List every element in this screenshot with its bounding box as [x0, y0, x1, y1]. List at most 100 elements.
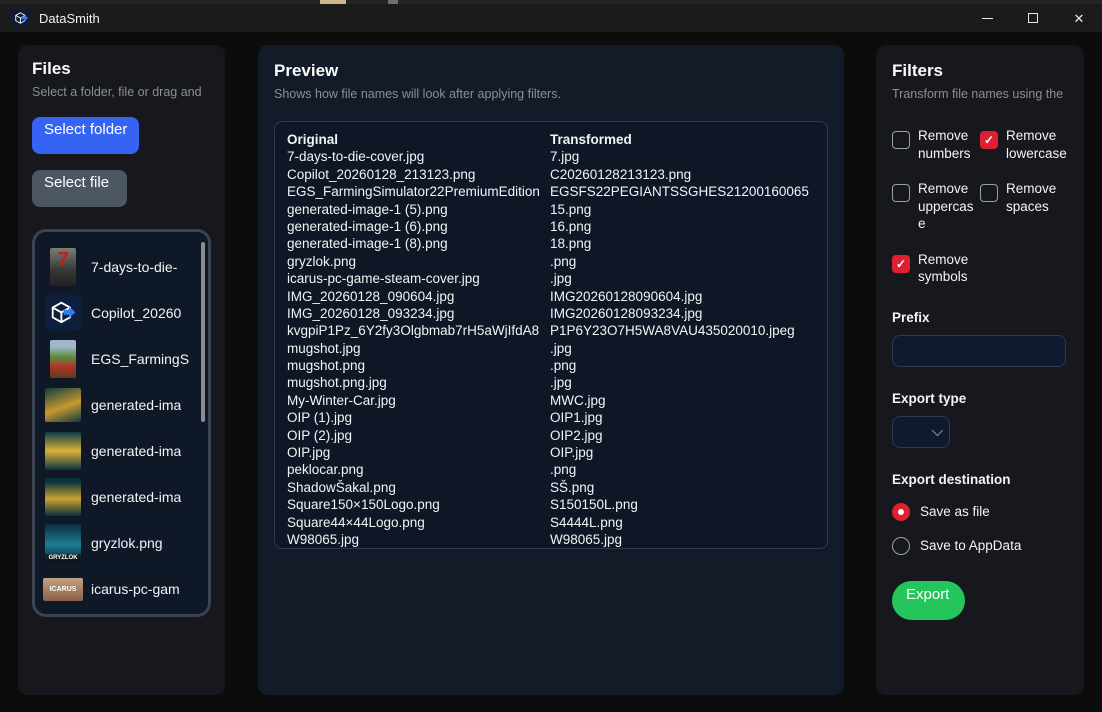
- transformed-name-cell: P1P6Y23O7H5WA8VAU435020010.jpeg: [550, 322, 815, 339]
- filter-checkbox-row[interactable]: Remove spaces: [980, 180, 1068, 233]
- preview-table-row: 7-days-to-die-cover.jpg 7.jpg: [287, 148, 815, 165]
- preview-table-row: Square44×44Logo.png S4444L.png: [287, 514, 815, 531]
- file-name-label: EGS_FarmingS: [91, 351, 189, 367]
- preview-title: Preview: [274, 61, 828, 81]
- file-name-label: generated-ima: [91, 489, 181, 505]
- original-name-cell: 7-days-to-die-cover.jpg: [287, 148, 550, 165]
- preview-table-row: generated-image-1 (5).png 15.png: [287, 201, 815, 218]
- radio-icon[interactable]: [892, 537, 910, 555]
- filter-checkbox-row[interactable]: ✓ Remove symbols: [892, 251, 980, 286]
- transformed-name-cell: .png: [550, 461, 815, 478]
- file-list-item[interactable]: Copilot_20260: [43, 290, 200, 336]
- destination-radio-row[interactable]: Save to AppData: [892, 537, 1068, 555]
- transformed-name-cell: 18.png: [550, 235, 815, 252]
- checkbox-label: Remove numbers: [918, 127, 980, 162]
- radio-icon[interactable]: [892, 503, 910, 521]
- file-list-item[interactable]: 7-days-to-die-: [43, 244, 200, 290]
- file-name-label: 7-days-to-die-: [91, 259, 177, 275]
- file-list-scrollbar[interactable]: [201, 242, 205, 422]
- checkbox-label: Remove spaces: [1006, 180, 1068, 215]
- original-name-cell: Square150×150Logo.png: [287, 496, 550, 513]
- checkbox-icon[interactable]: [892, 184, 910, 202]
- transformed-name-cell: .jpg: [550, 340, 815, 357]
- checkbox-label: Remove symbols: [918, 251, 980, 286]
- filters-title: Filters: [892, 61, 1068, 81]
- preview-table: Original Transformed 7-days-to-die-cover…: [274, 121, 828, 549]
- file-thumbnail: [43, 295, 83, 331]
- file-list-item[interactable]: generated-ima: [43, 428, 200, 474]
- maximize-icon: [1028, 13, 1038, 23]
- preview-table-row: OIP (2).jpg OIP2.jpg: [287, 427, 815, 444]
- export-button[interactable]: Export: [892, 581, 965, 620]
- transformed-name-cell: C20260128213123.png: [550, 166, 815, 183]
- preview-table-row: generated-image-1 (6).png 16.png: [287, 218, 815, 235]
- transformed-name-cell: OIP2.jpg: [550, 427, 815, 444]
- original-name-cell: IMG_20260128_093234.jpg: [287, 305, 550, 322]
- transformed-name-cell: W98065.jpg: [550, 531, 815, 548]
- filters-subtitle: Transform file names using the: [892, 87, 1068, 101]
- file-list-item[interactable]: generated-ima: [43, 474, 200, 520]
- preview-table-row: OIP (1).jpg OIP1.jpg: [287, 409, 815, 426]
- radio-label: Save as file: [920, 504, 990, 519]
- prefix-label: Prefix: [892, 310, 1068, 325]
- checkbox-icon[interactable]: ✓: [980, 131, 998, 149]
- preview-table-row: mugshot.png.jpg .jpg: [287, 374, 815, 391]
- file-list[interactable]: 7-days-to-die- Copilot_20260 EGS_Farming…: [32, 229, 211, 617]
- checkbox-icon[interactable]: [892, 131, 910, 149]
- maximize-button[interactable]: [1010, 4, 1056, 32]
- column-header-transformed: Transformed: [550, 131, 815, 148]
- transformed-name-cell: MWC.jpg: [550, 392, 815, 409]
- prefix-input[interactable]: [892, 335, 1066, 367]
- preview-panel: Preview Shows how file names will look a…: [258, 45, 844, 695]
- minimize-button[interactable]: [964, 4, 1010, 32]
- destination-radio-row[interactable]: Save as file: [892, 503, 1068, 521]
- original-name-cell: mugshot.png.jpg: [287, 374, 550, 391]
- preview-table-row: W98065.jpg W98065.jpg: [287, 531, 815, 548]
- transformed-name-cell: .jpg: [550, 270, 815, 287]
- filter-checkbox-row[interactable]: Remove numbers: [892, 127, 980, 162]
- file-list-item[interactable]: ICARUS icarus-pc-gam: [43, 566, 200, 612]
- column-header-original: Original: [287, 131, 550, 148]
- transformed-name-cell: 16.png: [550, 218, 815, 235]
- filter-checkbox-row[interactable]: ✓ Remove lowercase: [980, 127, 1068, 162]
- checkbox-icon[interactable]: ✓: [892, 255, 910, 273]
- preview-table-row: generated-image-1 (8).png 18.png: [287, 235, 815, 252]
- file-list-item[interactable]: GRYZLOK gryzlok.png: [43, 520, 200, 566]
- export-destination-label: Export destination: [892, 472, 1068, 487]
- file-name-label: icarus-pc-gam: [91, 581, 180, 597]
- preview-table-row: EGS_FarmingSimulator22PremiumEdition EGS…: [287, 183, 815, 200]
- preview-subtitle: Shows how file names will look after app…: [274, 87, 828, 101]
- transformed-name-cell: S4444L.png: [550, 514, 815, 531]
- close-button[interactable]: ✕: [1056, 4, 1102, 32]
- filters-panel: Filters Transform file names using the R…: [876, 45, 1084, 695]
- filter-checkbox-row[interactable]: Remove uppercase: [892, 180, 980, 233]
- radio-label: Save to AppData: [920, 538, 1021, 553]
- select-folder-button[interactable]: Select folder: [32, 117, 139, 154]
- export-type-dropdown[interactable]: [892, 416, 950, 448]
- transformed-name-cell: IMG20260128090604.jpg: [550, 288, 815, 305]
- preview-table-row: ShadowŠakal.png SŠ.png: [287, 479, 815, 496]
- preview-table-row: IMG_20260128_093234.jpg IMG2026012809323…: [287, 305, 815, 322]
- checkbox-icon[interactable]: [980, 184, 998, 202]
- file-list-item[interactable]: EGS_FarmingS: [43, 336, 200, 382]
- transformed-name-cell: S150150L.png: [550, 496, 815, 513]
- original-name-cell: kvgpiP1Pz_6Y2fy3Olgbmab7rH5aWjIfdA8: [287, 322, 550, 339]
- file-thumbnail: [43, 432, 83, 470]
- transformed-name-cell: OIP.jpg: [550, 444, 815, 461]
- file-name-label: generated-ima: [91, 397, 181, 413]
- files-subtitle: Select a folder, file or drag and: [32, 85, 211, 99]
- preview-table-row: OIP.jpg OIP.jpg: [287, 444, 815, 461]
- preview-table-row: peklocar.png .png: [287, 461, 815, 478]
- file-list-item[interactable]: generated-ima: [43, 382, 200, 428]
- original-name-cell: generated-image-1 (6).png: [287, 218, 550, 235]
- select-file-button[interactable]: Select file: [32, 170, 127, 207]
- original-name-cell: EGS_FarmingSimulator22PremiumEdition: [287, 183, 550, 200]
- transformed-name-cell: SŠ.png: [550, 479, 815, 496]
- original-name-cell: gryzlok.png: [287, 253, 550, 270]
- checkbox-label: Remove uppercase: [918, 180, 980, 233]
- file-thumbnail: [43, 340, 83, 378]
- file-name-label: Copilot_20260: [91, 305, 181, 321]
- original-name-cell: IMG_20260128_090604.jpg: [287, 288, 550, 305]
- files-title: Files: [32, 59, 211, 79]
- preview-table-row: IMG_20260128_090604.jpg IMG2026012809060…: [287, 288, 815, 305]
